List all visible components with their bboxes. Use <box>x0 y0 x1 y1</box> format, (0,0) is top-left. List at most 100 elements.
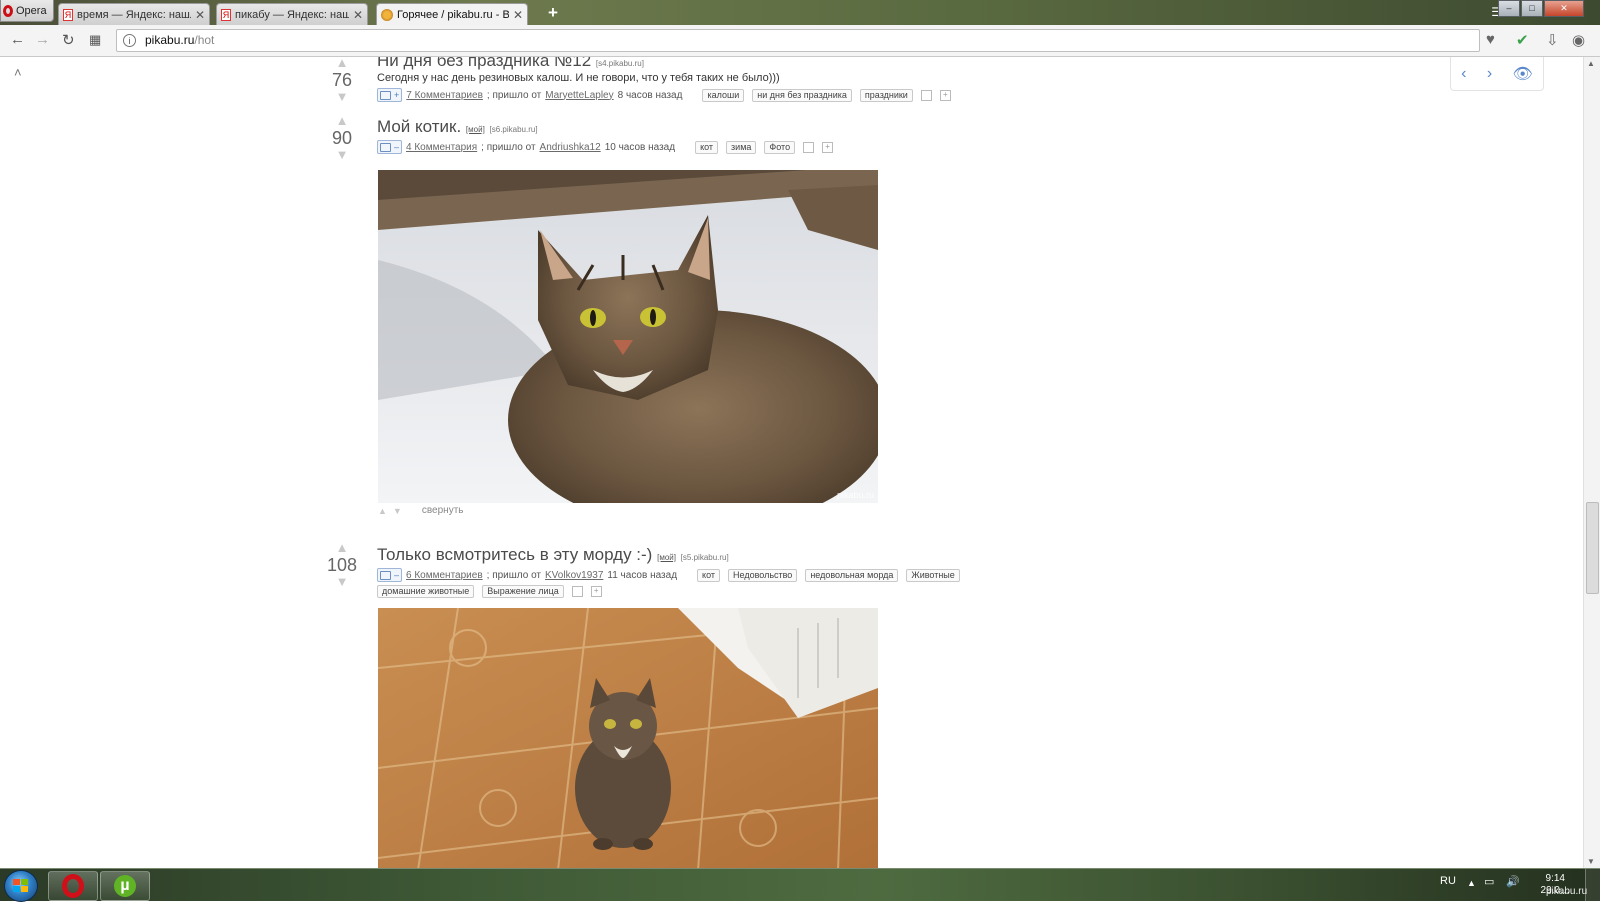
comments-link[interactable]: 6 Комментариев <box>406 570 483 581</box>
tag[interactable]: Фото <box>764 140 796 154</box>
rating-value: 108 <box>326 555 358 575</box>
tag[interactable]: домашние животные <box>377 585 475 598</box>
pikabu-favicon-icon <box>381 9 393 21</box>
scroll-up-icon[interactable]: ▲ <box>1587 59 1595 68</box>
next-story-icon[interactable]: › <box>1487 65 1492 83</box>
opera-menu-label: Opera <box>16 4 47 17</box>
tab-title: Горячее / pikabu.ru - Все <box>397 9 509 21</box>
hide-viewed-eye-icon[interactable]: 👁 <box>1513 64 1533 84</box>
tag[interactable]: Животные <box>906 568 960 582</box>
expand-plus-icon[interactable]: + <box>939 89 951 101</box>
taskbar-opera[interactable] <box>48 871 98 901</box>
heart-bookmark-icon[interactable]: ♥ <box>1486 31 1495 48</box>
expand-plus-icon[interactable]: + <box>590 586 602 597</box>
story-meta: + 7 Комментариев; пришло от MaryetteLapl… <box>377 88 951 102</box>
yandex-favicon-icon: Я <box>63 8 73 21</box>
window-close-icon[interactable]: ✕ <box>1544 0 1584 17</box>
comments-link[interactable]: 7 Комментариев <box>406 90 483 101</box>
author-link[interactable]: Andriushka12 <box>540 142 601 153</box>
tag[interactable]: кот <box>695 140 719 154</box>
tab-pikabu-hot[interactable]: Горячее / pikabu.ru - Все ✕ <box>376 3 528 26</box>
comments-link[interactable]: 4 Комментария <box>406 142 477 153</box>
opera-menu-button[interactable]: Opera <box>0 0 54 22</box>
save-icon[interactable] <box>920 89 932 101</box>
tray-expand-icon[interactable]: ▲ <box>1467 878 1476 888</box>
scroll-to-top-icon[interactable]: ˄ <box>14 65 22 80</box>
tag[interactable]: калоши <box>702 88 745 102</box>
tab-title: время — Яндекс: нашлос <box>77 8 191 21</box>
vote-up-icon[interactable]: ▲ <box>324 57 360 69</box>
scrollbar-thumb[interactable] <box>1586 502 1599 594</box>
language-indicator[interactable]: RU <box>1440 875 1456 887</box>
story-title[interactable]: Мой котик. <box>377 117 461 136</box>
scroll-down-icon[interactable]: ▼ <box>1587 857 1595 866</box>
opera-logo-icon <box>3 4 13 17</box>
back-arrow-icon[interactable]: ← <box>10 31 25 48</box>
author-link[interactable]: MaryetteLapley <box>545 90 613 101</box>
picture-toggle[interactable]: – <box>377 568 403 582</box>
tag[interactable]: Выражение лица <box>482 585 564 598</box>
picture-toggle[interactable]: + <box>377 88 403 102</box>
mine-label: [мой] <box>465 125 485 134</box>
mine-label: [мой] <box>657 553 676 562</box>
story-title-row: Только всмотритесь в эту морду :-) [мой]… <box>377 545 729 565</box>
start-button[interactable] <box>4 870 38 902</box>
site-info-icon[interactable]: i <box>123 34 136 47</box>
new-tab-plus-icon[interactable]: + <box>548 4 558 22</box>
post-time: 11 часов назад <box>607 569 678 581</box>
taskbar-utorrent[interactable]: µ <box>100 871 150 901</box>
save-icon[interactable] <box>803 141 815 153</box>
show-desktop-button[interactable] <box>1585 869 1600 901</box>
vote-down-small-icon[interactable]: ▼ <box>393 506 402 516</box>
speed-dial-grid-icon[interactable]: ▦ <box>89 32 101 48</box>
close-icon[interactable]: ✕ <box>353 8 363 22</box>
post-time: 10 часов назад <box>604 141 676 153</box>
story-title[interactable]: Только всмотритесь в эту морду :-) <box>377 545 652 564</box>
collapse-link[interactable]: свернуть <box>422 505 464 516</box>
post-time: 8 часов назад <box>617 89 683 101</box>
save-icon[interactable] <box>571 586 583 597</box>
tag[interactable]: кот <box>697 568 721 582</box>
vote-up-small-icon[interactable]: ▲ <box>378 506 387 516</box>
tab-yandex-pikabu[interactable]: Я пикабу — Яндекс: нашло ✕ <box>216 3 368 25</box>
opera-icon <box>62 874 84 898</box>
story-nav-panel: ‹ › 👁 <box>1450 57 1544 91</box>
tag[interactable]: праздники <box>859 88 913 102</box>
tag[interactable]: ни дня без праздника <box>752 88 852 102</box>
security-shield-icon[interactable]: ✔ <box>1516 31 1529 49</box>
story-image-cat-in-snow[interactable]: pikabu.ru <box>378 170 878 503</box>
tag[interactable]: недовольная морда <box>805 568 899 582</box>
story-title-row: Ни дня без праздника №12 [s4.pikabu.ru] <box>377 57 644 71</box>
volume-icon[interactable]: 🔊 <box>1506 875 1520 888</box>
vote-up-icon[interactable]: ▲ <box>324 114 360 127</box>
browser-toolbar: ← → ↻ ▦ i pikabu.ru/hot ♥ ✔ ⇩ ◉ <box>0 25 1600 57</box>
reload-icon[interactable]: ↻ <box>62 31 75 49</box>
forward-arrow-icon[interactable]: → <box>35 31 50 48</box>
download-icon[interactable]: ⇩ <box>1546 31 1559 49</box>
story-title[interactable]: Ни дня без праздника №12 <box>377 57 591 70</box>
minimize-icon[interactable]: – <box>1498 0 1520 17</box>
network-icon[interactable]: ▭ <box>1484 875 1494 888</box>
address-bar[interactable]: i pikabu.ru/hot <box>116 29 1480 52</box>
user-profile-icon[interactable]: ◉ <box>1572 31 1585 49</box>
author-link[interactable]: KVolkov1937 <box>545 570 603 581</box>
maximize-icon[interactable]: □ <box>1521 0 1543 17</box>
clock-time: 9:14 <box>1545 873 1565 884</box>
close-icon[interactable]: ✕ <box>513 8 523 22</box>
vote-down-icon[interactable]: ▼ <box>324 90 360 103</box>
expand-plus-icon[interactable]: + <box>822 141 834 153</box>
yandex-favicon-icon: Я <box>221 8 231 21</box>
tab-yandex-time[interactable]: Я время — Яндекс: нашлос ✕ <box>58 3 210 25</box>
picture-toggle[interactable]: – <box>377 140 403 154</box>
watermark-text: pikabu.ru <box>1546 886 1588 897</box>
vertical-scrollbar[interactable]: ▲ ▼ <box>1583 57 1600 868</box>
story-rating: ▲ 76 ▼ <box>324 57 360 103</box>
previous-story-icon[interactable]: ‹ <box>1461 65 1466 83</box>
vote-up-icon[interactable]: ▲ <box>324 541 360 554</box>
close-icon[interactable]: ✕ <box>195 8 205 22</box>
tag[interactable]: Недовольство <box>728 568 798 582</box>
vote-down-icon[interactable]: ▼ <box>324 148 360 161</box>
vote-down-icon[interactable]: ▼ <box>324 575 360 588</box>
tag[interactable]: зима <box>726 140 757 154</box>
story-image-cat-on-floor[interactable] <box>378 608 878 868</box>
